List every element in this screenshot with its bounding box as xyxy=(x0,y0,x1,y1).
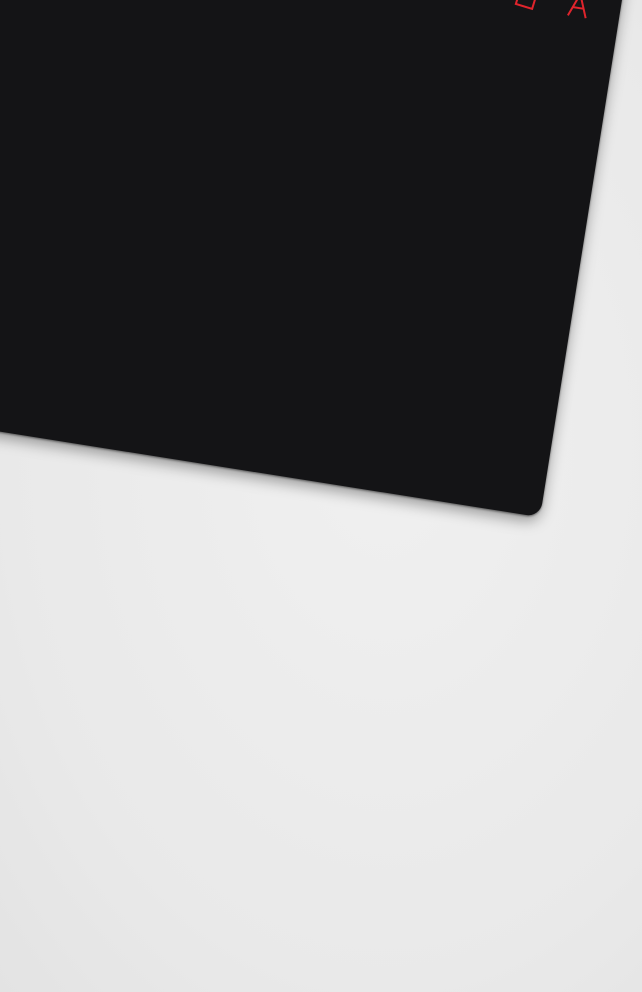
rank-a-glyph xyxy=(567,0,587,19)
card-edge xyxy=(0,0,628,517)
photo-stage xyxy=(0,0,642,992)
square-outline-icon xyxy=(514,0,539,11)
card-corner-index xyxy=(437,0,593,38)
playing-card-ace-red-square xyxy=(0,0,628,518)
